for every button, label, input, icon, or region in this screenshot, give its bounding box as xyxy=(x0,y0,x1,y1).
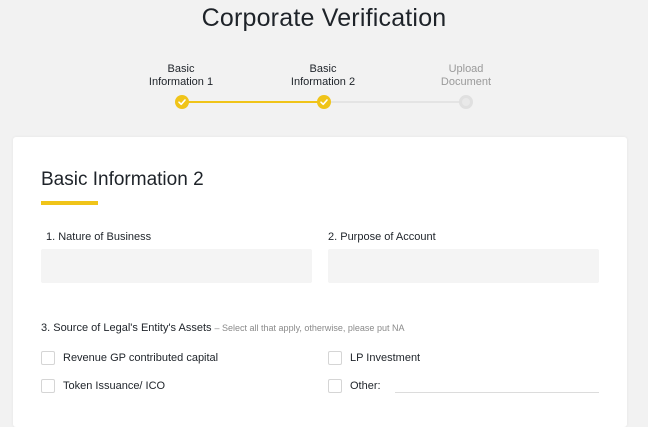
step-2-label-line1: Basic xyxy=(309,63,337,75)
other-text-field[interactable] xyxy=(395,392,599,393)
option-revenue-gp[interactable]: Revenue GP contributed capital xyxy=(41,350,218,366)
option-token-issuance-label: Token Issuance/ ICO xyxy=(63,380,166,392)
step-1-label-line1: Basic xyxy=(167,63,195,75)
option-token-issuance[interactable]: Token Issuance/ ICO xyxy=(41,378,165,394)
step-3-label-line1: Upload xyxy=(448,63,484,75)
option-revenue-gp-label: Revenue GP contributed capital xyxy=(63,352,219,364)
step-connector-2 xyxy=(330,101,460,103)
nature-of-business-input[interactable] xyxy=(41,249,312,283)
option-lp-investment-checkbox[interactable] xyxy=(328,351,342,365)
step-1-complete-icon xyxy=(175,95,189,109)
purpose-of-account-input[interactable] xyxy=(328,249,599,283)
purpose-of-account-label: 2. Purpose of Account xyxy=(328,231,436,243)
option-lp-investment-label: LP Investment xyxy=(350,352,421,364)
step-3-pending-icon xyxy=(459,95,473,109)
step-2-label-line2: Information 2 xyxy=(290,76,356,88)
option-lp-investment[interactable]: LP Investment xyxy=(328,350,420,366)
form-card: Basic Information 2 1. Nature of Busines… xyxy=(13,137,627,427)
page-title: Corporate Verification xyxy=(201,4,447,32)
step-2-complete-icon xyxy=(317,95,331,109)
option-other[interactable]: Other: xyxy=(328,378,381,394)
assets-source-hint: – Select all that apply, otherwise, plea… xyxy=(214,323,405,333)
step-1-label: Basic Information 1 xyxy=(131,63,231,89)
assets-source-label: 3. Source of Legal's Entity's Assets – Se… xyxy=(41,322,404,334)
section-title-underline xyxy=(41,201,98,205)
option-revenue-gp-checkbox[interactable] xyxy=(41,351,55,365)
step-1-label-line2: Information 1 xyxy=(148,76,214,88)
progress-stepper: Basic Information 1 Basic Information 2 … xyxy=(0,62,648,112)
step-3-label-line2: Document xyxy=(440,76,492,88)
option-token-issuance-checkbox[interactable] xyxy=(41,379,55,393)
step-connector-1 xyxy=(188,101,318,103)
step-3-label: Upload Document xyxy=(416,63,516,89)
step-2-label: Basic Information 2 xyxy=(273,63,373,89)
section-title: Basic Information 2 xyxy=(41,169,204,190)
option-other-label: Other: xyxy=(350,380,381,392)
nature-of-business-label: 1. Nature of Business xyxy=(46,231,152,243)
option-other-checkbox[interactable] xyxy=(328,379,342,393)
assets-source-label-text: 3. Source of Legal's Entity's Assets xyxy=(41,322,212,334)
